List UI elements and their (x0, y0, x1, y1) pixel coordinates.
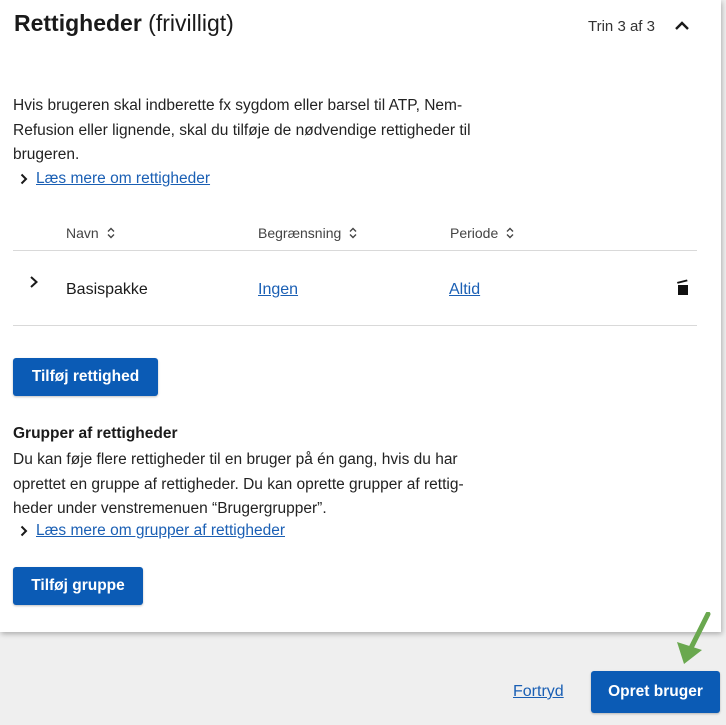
groups-text: Du kan føje flere rettigheder til en bru… (13, 451, 464, 517)
column-header-name[interactable]: Navn (66, 225, 115, 241)
delete-row-button[interactable] (676, 278, 690, 296)
row-period-link[interactable]: Altid (449, 281, 480, 299)
read-more-groups-link[interactable]: Læs mere om grupper af rettigheder (36, 522, 285, 540)
read-more-rights[interactable]: Læs mere om rettigheder (20, 170, 210, 188)
column-header-period[interactable]: Periode (450, 225, 514, 241)
row-name: Basispakke (66, 281, 148, 298)
table-divider (13, 325, 697, 326)
card-title: Rettigheder (frivilligt) (14, 10, 234, 37)
chevron-up-icon (675, 21, 689, 30)
add-group-button[interactable]: Tilføj gruppe (13, 567, 143, 605)
collapse-button[interactable] (672, 16, 692, 36)
groups-heading: Grupper af rettigheder (13, 425, 178, 442)
column-label: Periode (450, 225, 499, 241)
row-restriction-link[interactable]: Ingen (258, 281, 298, 299)
step-indicator: Trin 3 af 3 (588, 18, 655, 35)
column-header-restriction[interactable]: Begrænsning (258, 225, 357, 241)
trash-icon (677, 279, 688, 295)
column-label: Navn (66, 225, 99, 241)
chevron-right-icon (20, 525, 28, 537)
sort-icon (349, 227, 357, 239)
annotation-arrow-icon (677, 612, 711, 664)
chevron-right-icon (20, 173, 28, 185)
cancel-link[interactable]: Fortryd (513, 683, 564, 701)
column-label: Begrænsning (258, 225, 342, 241)
card-title-main: Rettigheder (14, 10, 142, 36)
chevron-right-icon (30, 276, 38, 288)
expand-row-button[interactable] (29, 275, 41, 291)
sort-icon (506, 227, 514, 239)
table-divider (13, 250, 697, 251)
read-more-groups[interactable]: Læs mere om grupper af rettigheder (20, 522, 285, 540)
intro-text: Hvis brugeren skal indberette fx sygdom … (13, 97, 471, 163)
read-more-rights-link[interactable]: Læs mere om rettigheder (36, 170, 210, 188)
rights-card: Rettigheder (frivilligt) Trin 3 af 3 Hvi… (0, 0, 721, 632)
create-user-button[interactable]: Opret bruger (591, 671, 720, 713)
card-title-suffix: (frivilligt) (141, 10, 234, 36)
add-right-button[interactable]: Tilføj rettighed (13, 358, 158, 396)
sort-icon (107, 227, 115, 239)
